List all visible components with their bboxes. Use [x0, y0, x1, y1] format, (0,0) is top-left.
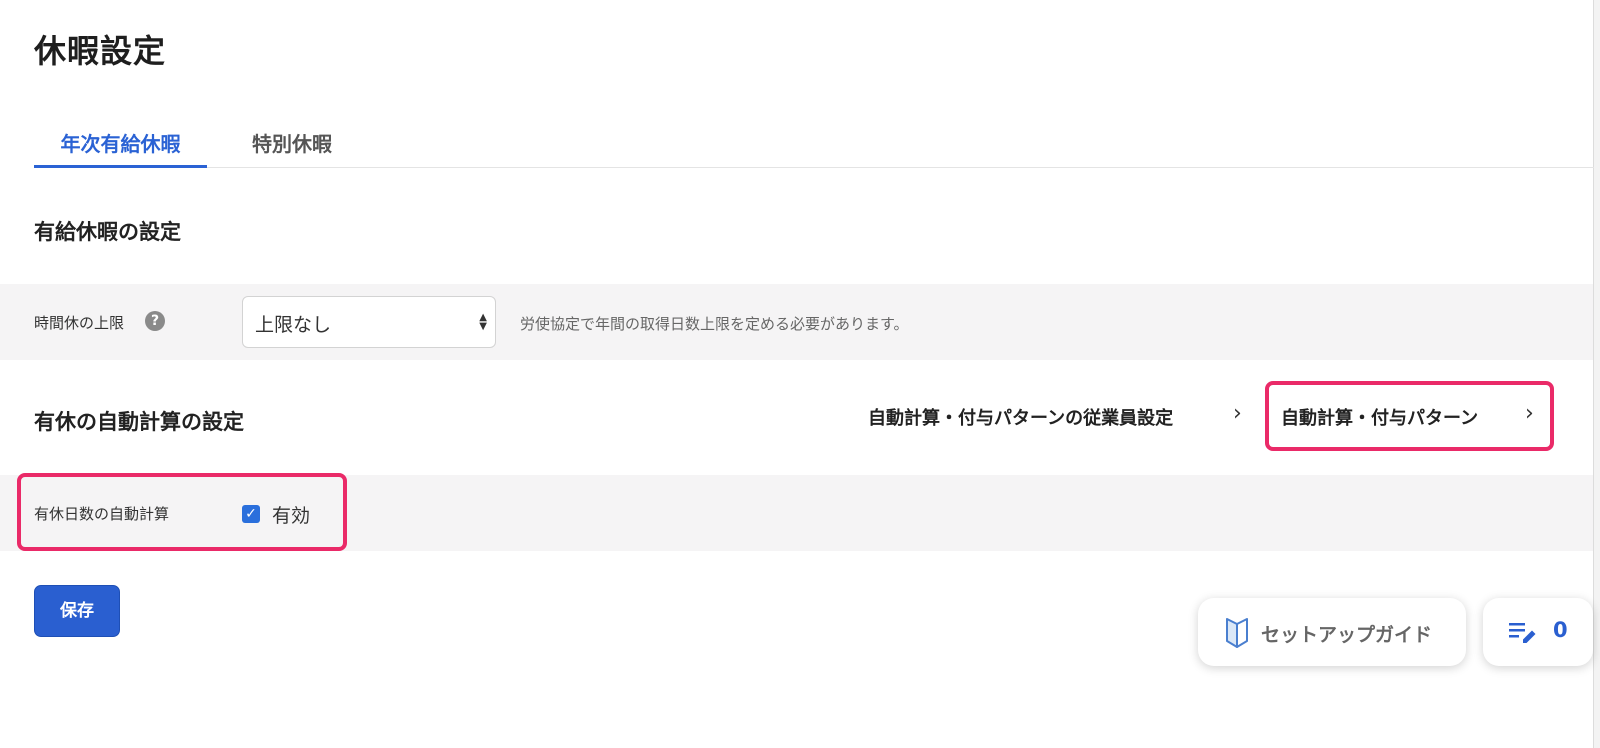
paid-leave-section-title: 有給休暇の設定 [34, 220, 181, 244]
grant-pattern-link[interactable]: 自動計算・付与パターン [1281, 404, 1478, 430]
select-arrows-icon: ▲ ▼ [479, 312, 487, 332]
auto-calc-section-title: 有休の自動計算の設定 [34, 410, 244, 434]
notes-button[interactable]: 0 [1483, 598, 1593, 666]
hourly-limit-select-value: 上限なし [255, 314, 332, 336]
chevron-right-icon: › [1525, 401, 1534, 426]
chevron-right-icon: › [1233, 401, 1242, 426]
setup-guide-button[interactable]: セットアップガイド [1198, 598, 1466, 666]
hourly-limit-label: 時間休の上限 [34, 314, 125, 332]
employee-pattern-settings-link[interactable]: 自動計算・付与パターンの従業員設定 [868, 404, 1173, 430]
help-icon[interactable]: ? [145, 311, 165, 331]
tab-annual-paid-leave[interactable]: 年次有給休暇 [34, 118, 207, 168]
edit-list-icon [1508, 620, 1538, 650]
hourly-limit-hint: 労使協定で年間の取得日数上限を定める必要があります。 [520, 315, 909, 333]
page: 休暇設定 年次有給休暇 特別休暇 有給休暇の設定 時間休の上限 ? 上限なし ▲… [0, 0, 1600, 748]
notes-count: 0 [1553, 618, 1568, 642]
hourly-limit-row: 時間休の上限 ? 上限なし ▲ ▼ 労使協定で年間の取得日数上限を定める必要があり… [0, 284, 1593, 360]
tab-special-leave[interactable]: 特別休暇 [207, 118, 377, 168]
beginner-mark-icon [1224, 618, 1250, 652]
window-edge [1593, 0, 1600, 748]
setup-guide-label: セットアップガイド [1261, 624, 1433, 646]
save-button[interactable]: 保存 [34, 585, 120, 637]
highlight-box-auto-calc [17, 473, 347, 551]
hourly-limit-select[interactable]: 上限なし ▲ ▼ [242, 296, 496, 348]
tab-bar: 年次有給休暇 特別休暇 [34, 118, 1594, 168]
page-title: 休暇設定 [34, 32, 167, 70]
